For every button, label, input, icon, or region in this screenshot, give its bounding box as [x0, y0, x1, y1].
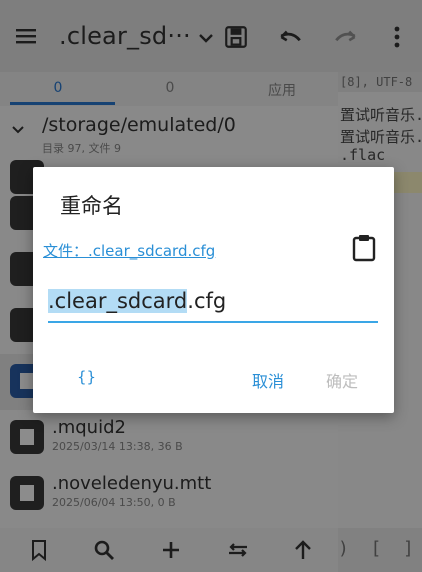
dialog-title: 重命名	[60, 194, 123, 218]
braces-button[interactable]: {}	[77, 368, 96, 386]
file-link[interactable]: 文件：.clear_sdcard.cfg	[43, 240, 215, 261]
clipboard-icon[interactable]	[351, 233, 377, 263]
cancel-button[interactable]: 取消	[252, 368, 284, 392]
input-extension-text: .cfg	[187, 289, 227, 313]
ok-button[interactable]: 确定	[326, 368, 358, 392]
input-selected-text: .clear_sdcard	[48, 289, 188, 313]
rename-input[interactable]: .clear_sdcard.cfg	[48, 289, 378, 323]
rename-dialog: 重命名 文件：.clear_sdcard.cfg .clear_sdcard.c…	[33, 167, 394, 413]
